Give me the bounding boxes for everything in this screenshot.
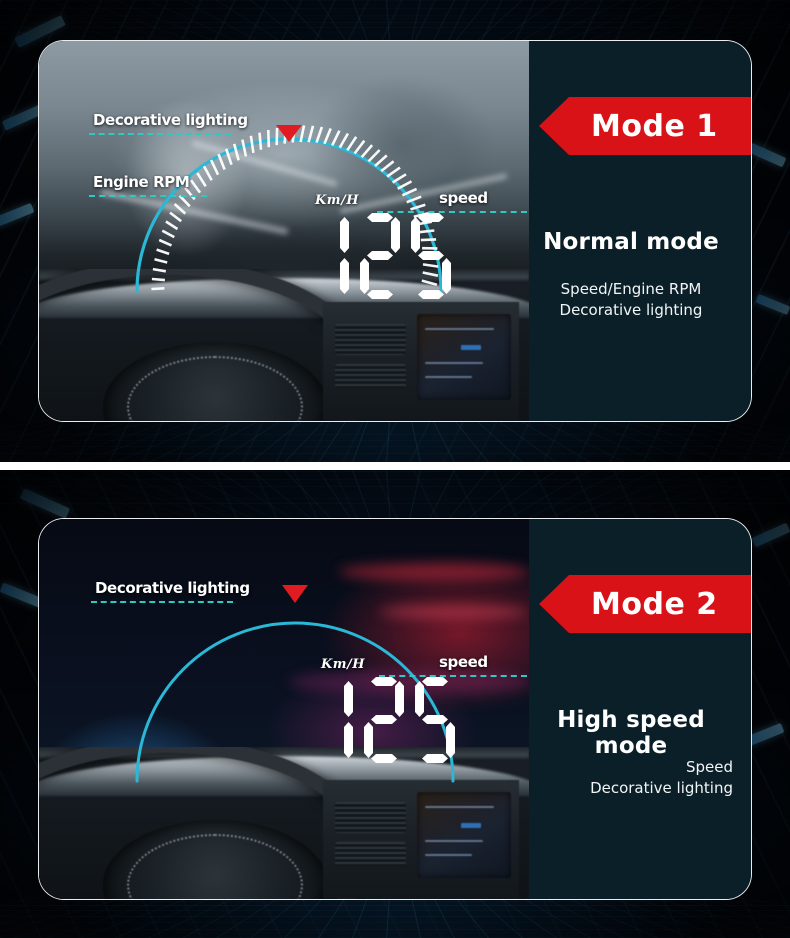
callout-decorative-lighting: Decorative lighting	[95, 579, 250, 597]
gauge-pointer-triangle	[282, 585, 308, 603]
callout-speed: speed	[439, 189, 488, 207]
speed-digits	[307, 213, 453, 299]
mode-2-card: Km/H Decorative lighting speed Mode 2 Hi…	[38, 518, 752, 900]
mode-2-scene: Km/H Decorative lighting speed	[39, 519, 529, 899]
speed-unit-label: Km/H	[315, 193, 360, 208]
segment-c	[344, 722, 353, 758]
segment-a	[422, 677, 448, 686]
segment-b	[395, 681, 404, 717]
mode-1-banner: Mode 1	[539, 97, 751, 155]
mode-1-scene: Km/H Decorative lighting Engine RPM spee…	[39, 41, 529, 421]
feature-item: Decorative lighting	[590, 779, 733, 797]
speed-digits	[311, 677, 457, 763]
speed-digit	[362, 677, 406, 763]
segment-b	[340, 217, 349, 253]
mode-2-title: High speed mode	[557, 707, 705, 759]
segment-b	[391, 217, 400, 253]
mode-1-section: Km/H Decorative lighting Engine RPM spee…	[0, 0, 790, 462]
mode-1-card: Km/H Decorative lighting Engine RPM spee…	[38, 40, 752, 422]
speed-digit	[311, 677, 355, 763]
mode-2-info-panel: Mode 2 High speed mode Speed Decorative …	[529, 519, 751, 899]
product-feature-page: Km/H Decorative lighting Engine RPM spee…	[0, 0, 790, 938]
callout-engine-rpm: Engine RPM	[93, 173, 190, 191]
segment-b	[344, 681, 353, 717]
feature-item: Decorative lighting	[559, 301, 703, 319]
speed-digit	[413, 677, 457, 763]
segment-d	[422, 754, 448, 763]
segment-f	[415, 681, 424, 717]
segment-g	[367, 251, 393, 260]
mode-2-hud-overlay: Km/H Decorative lighting speed	[39, 519, 529, 899]
mode-1-hud-overlay: Km/H Decorative lighting Engine RPM spee…	[39, 41, 529, 421]
segment-a	[367, 213, 393, 222]
speed-digit	[307, 213, 351, 299]
callout-rule-engine-rpm	[89, 195, 207, 197]
section-divider	[0, 462, 790, 470]
segment-a	[371, 677, 397, 686]
segment-g	[422, 715, 448, 724]
callout-rule-decorative-lighting	[91, 601, 233, 603]
speed-digit	[358, 213, 402, 299]
segment-d	[418, 290, 444, 299]
callout-speed: speed	[439, 653, 488, 671]
segment-e	[360, 258, 369, 294]
hud-gauge-graphic	[135, 125, 443, 293]
callout-rule-decorative-lighting	[89, 133, 231, 135]
mode-1-title: Normal mode	[543, 229, 719, 255]
callout-decorative-lighting: Decorative lighting	[93, 111, 248, 129]
speed-digit	[409, 213, 453, 299]
mode-1-info-panel: Mode 1 Normal mode Speed/Engine RPM Deco…	[529, 41, 751, 421]
mode-1-feature-list: Speed/Engine RPM Decorative lighting	[529, 279, 733, 321]
segment-f	[411, 217, 420, 253]
segment-g	[418, 251, 444, 260]
segment-e	[364, 722, 373, 758]
segment-c	[446, 722, 455, 758]
segment-d	[371, 754, 397, 763]
callout-rule-speed	[379, 675, 527, 677]
segment-d	[367, 290, 393, 299]
callout-rule-speed	[377, 211, 527, 213]
mode-2-banner: Mode 2	[539, 575, 751, 633]
segment-a	[418, 213, 444, 222]
segment-g	[371, 715, 397, 724]
segment-c	[442, 258, 451, 294]
feature-item: Speed/Engine RPM	[560, 280, 702, 298]
segment-c	[340, 258, 349, 294]
mode-2-section: Km/H Decorative lighting speed Mode 2 Hi…	[0, 470, 790, 938]
mode-2-banner-label: Mode 2	[591, 586, 718, 622]
feature-item: Speed	[685, 758, 733, 776]
mode-1-banner-label: Mode 1	[591, 108, 718, 144]
mode-2-feature-list: Speed Decorative lighting	[529, 757, 733, 799]
speed-unit-label: Km/H	[321, 657, 366, 672]
